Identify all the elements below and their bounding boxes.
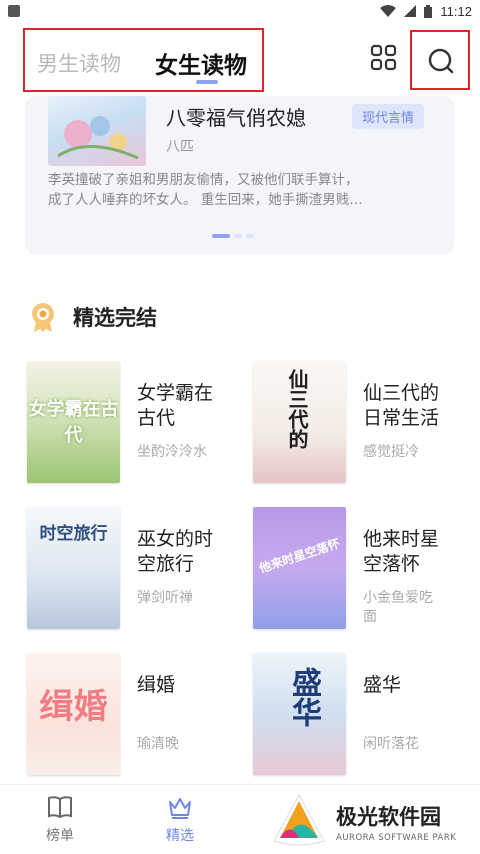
- cover-title: 盛华: [286, 667, 321, 727]
- carousel-dot: [246, 234, 254, 238]
- crown-icon: [169, 798, 191, 819]
- tab-male-reading[interactable]: 男生读物: [37, 48, 121, 78]
- wifi-icon: [380, 5, 397, 17]
- app-notification-icon: [8, 5, 20, 17]
- watermark-text: 极光软件园 AURORA SOFTWARE PARK: [336, 801, 456, 843]
- book-title-line: 盛华: [363, 674, 402, 696]
- book-card[interactable]: 他来时星空落怀 他来时星 空落怀 小金鱼爱吃 面: [253, 507, 473, 629]
- banner-author: 八匹: [166, 139, 194, 155]
- book-card[interactable]: 仙三代的 仙三代的 日常生活 感觉挺冷: [253, 361, 473, 483]
- book-card[interactable]: 盛华 盛华 闲听落花: [253, 653, 473, 775]
- book-title-line: 日常生活: [363, 407, 440, 429]
- book-title: 巫女的时 空旅行: [137, 527, 247, 577]
- book-cover: 盛华: [253, 653, 346, 775]
- book-cover: 女学霸在古代: [27, 361, 120, 483]
- banner-description-line: 李英撞破了亲姐和男朋友偷情，又被他们联手算计，: [48, 172, 359, 188]
- book-icon: [48, 796, 72, 819]
- book-title-line: 缉婚: [137, 674, 176, 696]
- book-cover: 时空旅行: [27, 507, 120, 629]
- cover-title: 缉婚: [39, 687, 108, 727]
- banner-cover-image: [48, 96, 146, 166]
- featured-banner[interactable]: 八零福气俏农媳 现代言情 八匹 李英撞破了亲姐和男朋友偷情，又被他们联手算计， …: [25, 96, 454, 254]
- section-title: 精选完结: [73, 306, 157, 330]
- nav-label-ranking: 榜单: [46, 828, 74, 844]
- book-author: 小金鱼爱吃 面: [363, 589, 473, 627]
- reading-tabs: 男生读物 女生读物: [23, 28, 264, 92]
- cover-title: 仙三代的: [285, 369, 309, 449]
- book-cover: 他来时星空落怀: [253, 507, 346, 629]
- book-title-line: 女学霸在: [137, 382, 214, 404]
- book-cover: 仙三代的: [253, 361, 346, 483]
- cover-title: 女学霸在古代: [28, 399, 119, 446]
- section-header: 精选完结: [27, 300, 157, 334]
- top-header: 男生读物 女生读物: [0, 22, 480, 96]
- book-title: 盛华: [363, 673, 473, 698]
- watermark: 极光软件园 AURORA SOFTWARE PARK: [268, 790, 480, 854]
- banner-book-title: 八零福气俏农媳: [166, 106, 306, 130]
- cover-title: 时空旅行: [39, 524, 108, 544]
- book-author: 感觉挺冷: [363, 444, 419, 460]
- carousel-dot: [234, 234, 242, 238]
- book-card[interactable]: 时空旅行 巫女的时 空旅行 弹剑听禅: [27, 507, 247, 629]
- active-tab-indicator: [196, 80, 218, 84]
- carousel-indicator: [212, 234, 254, 238]
- signal-icon: [404, 5, 417, 17]
- book-author: 闲听落花: [363, 736, 419, 752]
- book-author: 坐酌泠泠水: [137, 444, 207, 460]
- book-title-line: 他来时星: [363, 528, 440, 550]
- aurora-logo-icon: [273, 793, 325, 846]
- book-author: 瑜清晚: [137, 736, 179, 752]
- book-title-line: 空旅行: [137, 553, 195, 575]
- status-time: 11:12: [440, 3, 472, 19]
- genre-tag: 现代言情: [352, 104, 425, 129]
- carousel-dot-active: [212, 234, 230, 238]
- tab-female-reading[interactable]: 女生读物: [155, 46, 247, 80]
- medal-icon: [32, 303, 54, 332]
- battery-icon: [424, 4, 433, 18]
- book-title: 女学霸在 古代: [137, 381, 247, 431]
- book-title: 缉婚: [137, 673, 247, 698]
- book-author-line: 面: [363, 609, 377, 625]
- watermark-name: 极光软件园: [336, 805, 441, 829]
- cover-title: 他来时星空落怀: [257, 536, 342, 576]
- banner-description-line: 成了人人唾弃的坏女人。 重生回来，她手撕渣男贱…: [48, 192, 363, 208]
- status-bar: 11:12: [0, 0, 480, 22]
- book-title-line: 空落怀: [363, 553, 421, 575]
- book-card[interactable]: 缉婚 缉婚 瑜清晚: [27, 653, 247, 775]
- watermark-subtitle: AURORA SOFTWARE PARK: [336, 833, 457, 843]
- book-card[interactable]: 女学霸在古代 女学霸在 古代 坐酌泠泠水: [27, 361, 247, 483]
- book-author-line: 小金鱼爱吃: [363, 590, 433, 606]
- nav-item-ranking[interactable]: 榜单: [25, 793, 95, 853]
- nav-item-featured[interactable]: 精选: [145, 793, 215, 853]
- book-title: 他来时星 空落怀: [363, 527, 473, 577]
- search-highlight: [410, 30, 470, 90]
- nav-label-featured: 精选: [166, 828, 194, 844]
- search-icon[interactable]: [426, 46, 456, 76]
- book-title-line: 古代: [137, 407, 176, 429]
- grid-icon[interactable]: [370, 44, 398, 72]
- banner-description: 李英撞破了亲姐和男朋友偷情，又被他们联手算计， 成了人人唾弃的坏女人。 重生回来…: [48, 170, 438, 210]
- book-title-line: 巫女的时: [137, 528, 214, 550]
- book-title-line: 仙三代的: [363, 382, 440, 404]
- book-cover: 缉婚: [27, 653, 120, 775]
- banner-cover-art: [57, 116, 139, 160]
- book-author: 弹剑听禅: [137, 590, 193, 606]
- book-title: 仙三代的 日常生活: [363, 381, 473, 431]
